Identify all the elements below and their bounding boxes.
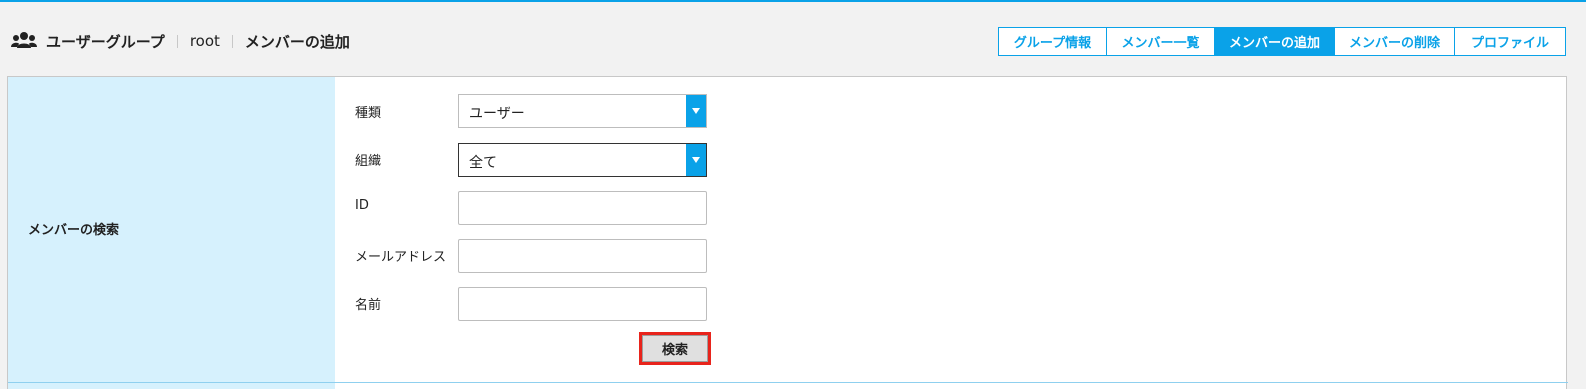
id-label: ID bbox=[355, 198, 369, 213]
chevron-down-icon bbox=[686, 144, 706, 176]
tab-group-info[interactable]: グループ情報 bbox=[999, 28, 1107, 55]
tab-remove-member[interactable]: メンバーの削除 bbox=[1335, 28, 1455, 55]
section-title: メンバーの検索 bbox=[28, 223, 120, 238]
org-select-value: 全て bbox=[469, 155, 497, 171]
tab-profile[interactable]: プロファイル bbox=[1455, 28, 1565, 55]
name-input[interactable] bbox=[458, 287, 707, 321]
search-button-highlight: 検索 bbox=[639, 332, 711, 365]
tab-bar: グループ情報 メンバー一覧 メンバーの追加 メンバーの削除 プロファイル bbox=[998, 27, 1566, 56]
chevron-down-icon bbox=[686, 95, 706, 127]
type-select-value: ユーザー bbox=[469, 106, 525, 122]
type-label: 種類 bbox=[355, 106, 382, 121]
name-label: 名前 bbox=[355, 298, 382, 313]
breadcrumb-current-page: メンバーの追加 bbox=[244, 32, 350, 51]
section-header-cell: メンバーの検索 bbox=[8, 77, 335, 389]
org-label: 組織 bbox=[355, 154, 382, 169]
tab-member-list[interactable]: メンバー一覧 bbox=[1107, 28, 1215, 55]
divider bbox=[8, 382, 1568, 383]
email-input[interactable] bbox=[458, 239, 707, 273]
search-button[interactable]: 検索 bbox=[642, 335, 708, 362]
breadcrumb-separator bbox=[176, 34, 178, 48]
type-select[interactable]: ユーザー bbox=[458, 94, 707, 128]
breadcrumb-group-name[interactable]: root bbox=[190, 32, 220, 50]
breadcrumb-separator bbox=[231, 34, 233, 48]
users-icon bbox=[11, 31, 37, 51]
email-label: メールアドレス bbox=[355, 250, 447, 265]
breadcrumb-group-label[interactable]: ユーザーグループ bbox=[46, 31, 165, 52]
org-select[interactable]: 全て bbox=[458, 143, 707, 177]
search-panel: メンバーの検索 種類 ユーザー 組織 全て ID メールアドレス 名前 検索 bbox=[7, 76, 1568, 389]
page-header: ユーザーグループ root メンバーの追加 グループ情報 メンバー一覧 メンバー… bbox=[0, 2, 1586, 76]
id-input[interactable] bbox=[458, 191, 707, 225]
tab-add-member[interactable]: メンバーの追加 bbox=[1215, 28, 1335, 55]
breadcrumb: ユーザーグループ root メンバーの追加 bbox=[11, 30, 350, 52]
